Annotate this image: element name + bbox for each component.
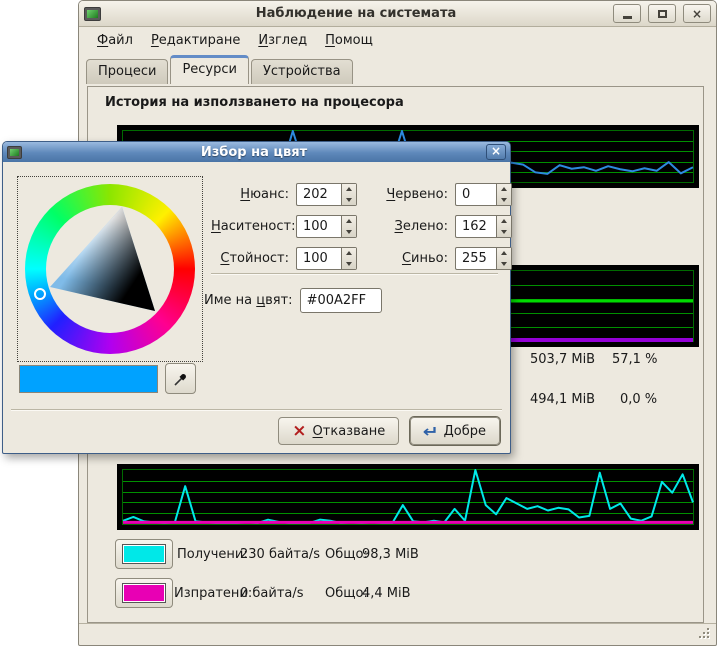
- received-total: 98,3 MiB: [362, 547, 419, 562]
- eyedropper-button[interactable]: [165, 363, 196, 394]
- menu-view[interactable]: Изглед: [249, 29, 316, 52]
- green-spinner[interactable]: 162: [455, 215, 512, 238]
- close-icon: ×: [692, 7, 702, 21]
- memory-used-value: 503,7 MiB: [530, 352, 595, 367]
- minimize-icon: [623, 16, 632, 19]
- form-separator: [211, 273, 498, 274]
- menu-file[interactable]: Файл: [88, 29, 142, 52]
- color-form: Нюанс: 202 Червено: 0 Наситеност: 100: [211, 183, 512, 279]
- swap-used-value: 494,1 MiB: [530, 392, 595, 407]
- cancel-button[interactable]: × Отказване: [278, 417, 399, 445]
- menubar: Файл Редактиране Изглед Помощ: [79, 27, 716, 54]
- cancel-icon: ×: [292, 424, 306, 439]
- received-label: Получени:: [177, 547, 248, 562]
- dialog-titlebar[interactable]: Избор на цвят ×: [3, 142, 510, 162]
- cancel-label: Отказване: [313, 424, 386, 439]
- menu-edit[interactable]: Редактиране: [142, 29, 249, 52]
- sent-legend-row: [115, 578, 173, 608]
- sent-color-button[interactable]: [115, 578, 173, 608]
- received-legend-row: [115, 539, 173, 569]
- maximize-icon: [658, 10, 667, 18]
- received-color-swatch: [123, 545, 165, 563]
- value-spinner[interactable]: 100: [296, 247, 357, 270]
- red-spinner[interactable]: 0: [455, 183, 512, 206]
- close-button[interactable]: ×: [683, 4, 711, 23]
- saturation-label: Наситеност:: [211, 219, 289, 234]
- saturation-spin-buttons[interactable]: [341, 216, 356, 237]
- resize-grip[interactable]: [699, 628, 711, 640]
- blue-label: Синьо:: [384, 251, 448, 266]
- color-wheel-frame: [17, 176, 203, 362]
- dialog-close-button[interactable]: ×: [486, 144, 506, 160]
- hue-wheel[interactable]: [25, 184, 195, 354]
- sent-total: 4,4 MiB: [362, 586, 411, 601]
- current-color-swatch: [19, 365, 158, 393]
- window-title: Наблюдение на системата: [106, 6, 606, 21]
- hue-spinner[interactable]: 202: [296, 183, 357, 206]
- hue-marker[interactable]: [34, 288, 46, 300]
- system-monitor-icon: [84, 7, 101, 21]
- green-label: Зелено:: [384, 219, 448, 234]
- value-spin-buttons[interactable]: [341, 248, 356, 269]
- main-titlebar[interactable]: Наблюдение на системата ×: [79, 1, 716, 27]
- color-name-input[interactable]: #00A2FF: [300, 288, 382, 313]
- value-label: Стойност:: [211, 251, 289, 266]
- blue-spinner[interactable]: 255: [455, 247, 512, 270]
- memory-used-percent: 57,1 %: [612, 352, 657, 367]
- color-name-label: Име на цвят:: [204, 293, 293, 308]
- red-spin-buttons[interactable]: [496, 184, 511, 205]
- dialog-icon: [7, 146, 22, 159]
- received-color-button[interactable]: [115, 539, 173, 569]
- eyedropper-icon: [172, 370, 190, 388]
- tab-resources[interactable]: Ресурси: [170, 55, 249, 84]
- sent-color-swatch: [123, 584, 165, 602]
- green-spin-buttons[interactable]: [496, 216, 511, 237]
- ok-label: Добре: [444, 424, 486, 439]
- tabstrip: Процеси Ресурси Устройства: [79, 54, 716, 84]
- tab-processes[interactable]: Процеси: [86, 59, 168, 84]
- network-history-chart: [117, 464, 699, 530]
- cpu-heading: История на използването на процесора: [105, 95, 404, 110]
- hue-label: Нюанс:: [211, 187, 289, 202]
- dialog-title: Избор на цвят: [26, 145, 482, 160]
- saturation-spinner[interactable]: 100: [296, 215, 357, 238]
- tab-devices[interactable]: Устройства: [251, 59, 353, 84]
- hue-spin-buttons[interactable]: [341, 184, 356, 205]
- maximize-button[interactable]: [648, 4, 676, 23]
- swap-used-percent: 0,0 %: [620, 392, 657, 407]
- menu-help[interactable]: Помощ: [316, 29, 382, 52]
- statusbar: [79, 623, 716, 645]
- minimize-button[interactable]: [613, 4, 641, 23]
- sent-rate: 0 байта/s: [240, 586, 304, 601]
- ok-icon: ↵: [423, 424, 439, 439]
- dialog-separator: [11, 409, 502, 410]
- ok-button[interactable]: ↵ Добре: [410, 417, 500, 445]
- dialog-close-icon: ×: [491, 144, 501, 158]
- blue-spin-buttons[interactable]: [496, 248, 511, 269]
- color-picker-dialog: Избор на цвят ×: [2, 141, 511, 454]
- sv-triangle[interactable]: [25, 184, 195, 354]
- received-rate: 230 байта/s: [240, 547, 320, 562]
- red-label: Червено:: [384, 187, 448, 202]
